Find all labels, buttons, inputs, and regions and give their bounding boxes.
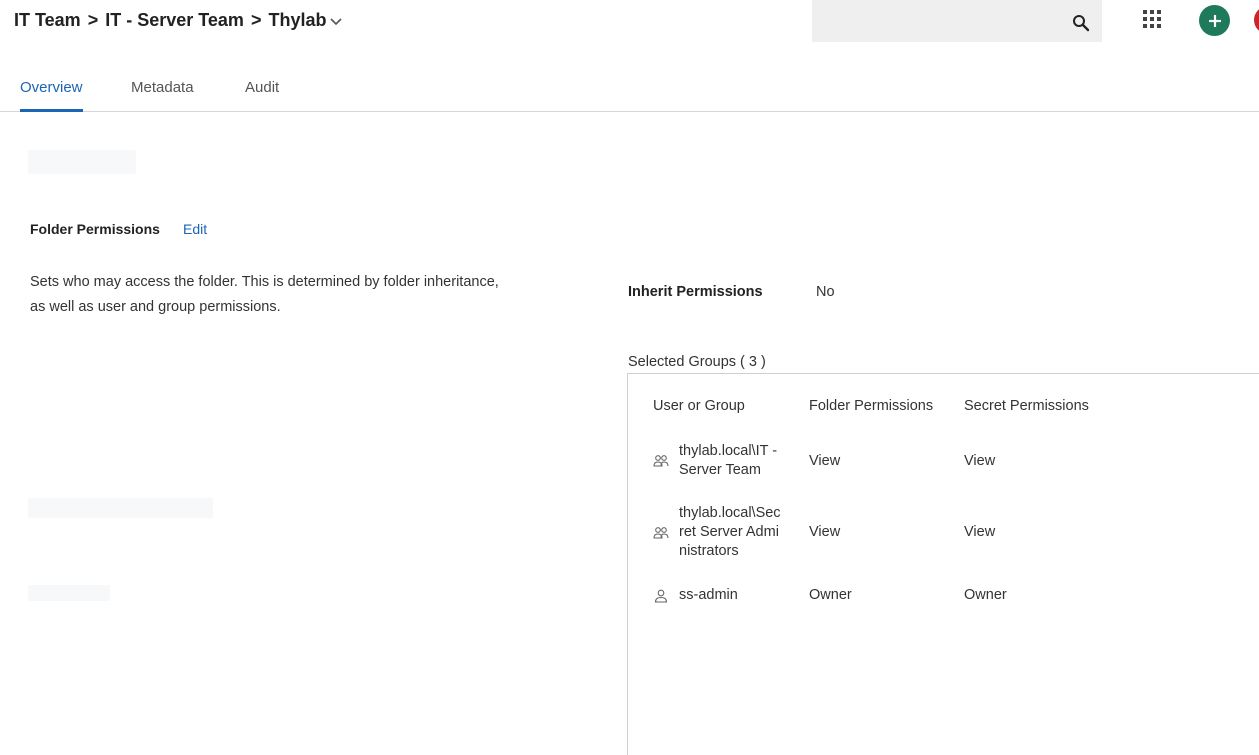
tab-bar: Overview Metadata Audit — [0, 72, 1259, 112]
column-header-user-or-group: User or Group — [653, 398, 745, 414]
group-name-line: ret Server Admi — [679, 524, 779, 540]
breadcrumb: IT Team > IT - Server Team > Thylab — [14, 8, 343, 32]
group-name-line: thylab.local\IT - — [679, 443, 778, 459]
apps-grid-icon[interactable] — [1142, 9, 1162, 29]
group-icon — [653, 455, 669, 467]
folder-permission-value: View — [809, 453, 841, 469]
group-name-line: thylab.local\Sec — [679, 505, 781, 521]
user-avatar[interactable] — [1254, 6, 1259, 34]
group-name-line: nistrators — [679, 543, 739, 559]
user-name: ss-admin — [679, 587, 738, 603]
column-header-secret-permissions: Secret Permissions — [964, 398, 1089, 414]
edit-permissions-link[interactable]: Edit — [183, 221, 207, 237]
search-icon[interactable] — [1072, 14, 1090, 32]
folder-details-page: IT Team > IT - Server Team > Thylab Over… — [0, 0, 1259, 755]
folder-permission-value: Owner — [809, 587, 852, 603]
faded-background-block — [28, 498, 213, 518]
group-name: thylab.local\Sec ret Server Admi nistrat… — [679, 504, 781, 561]
selected-groups-label: Selected Groups ( 3 ) — [628, 354, 766, 370]
group-name-line: Server Team — [679, 462, 761, 478]
breadcrumb-item-current-folder[interactable]: Thylab — [268, 10, 326, 31]
breadcrumb-item-it-team[interactable]: IT Team — [14, 10, 81, 31]
column-header-folder-permissions: Folder Permissions — [809, 398, 934, 414]
add-button[interactable] — [1199, 5, 1230, 36]
group-icon — [653, 527, 669, 539]
folder-permissions-title: Folder Permissions — [30, 221, 160, 237]
user-icon — [654, 589, 668, 603]
faded-background-block — [28, 150, 136, 174]
search-input[interactable] — [812, 0, 1102, 42]
inherit-permissions-value: No — [816, 284, 835, 300]
tab-audit[interactable]: Audit — [245, 79, 279, 109]
secret-permission-value: View — [964, 453, 996, 469]
breadcrumb-item-it-server-team[interactable]: IT - Server Team — [105, 10, 244, 31]
tab-overview[interactable]: Overview — [20, 79, 83, 112]
plus-icon — [1208, 14, 1221, 27]
inherit-permissions-label: Inherit Permissions — [628, 284, 763, 300]
breadcrumb-separator: > — [87, 9, 99, 30]
selected-groups-panel — [627, 373, 1259, 755]
chevron-down-icon[interactable] — [329, 14, 343, 28]
folder-permission-value: View — [809, 524, 841, 540]
tab-metadata[interactable]: Metadata — [131, 79, 194, 109]
group-name: thylab.local\IT - Server Team — [679, 442, 777, 480]
breadcrumb-separator: > — [250, 9, 262, 30]
faded-background-block — [28, 585, 110, 601]
secret-permission-value: View — [964, 524, 996, 540]
folder-permissions-description: Sets who may access the folder. This is … — [30, 274, 499, 315]
secret-permission-value: Owner — [964, 587, 1007, 603]
